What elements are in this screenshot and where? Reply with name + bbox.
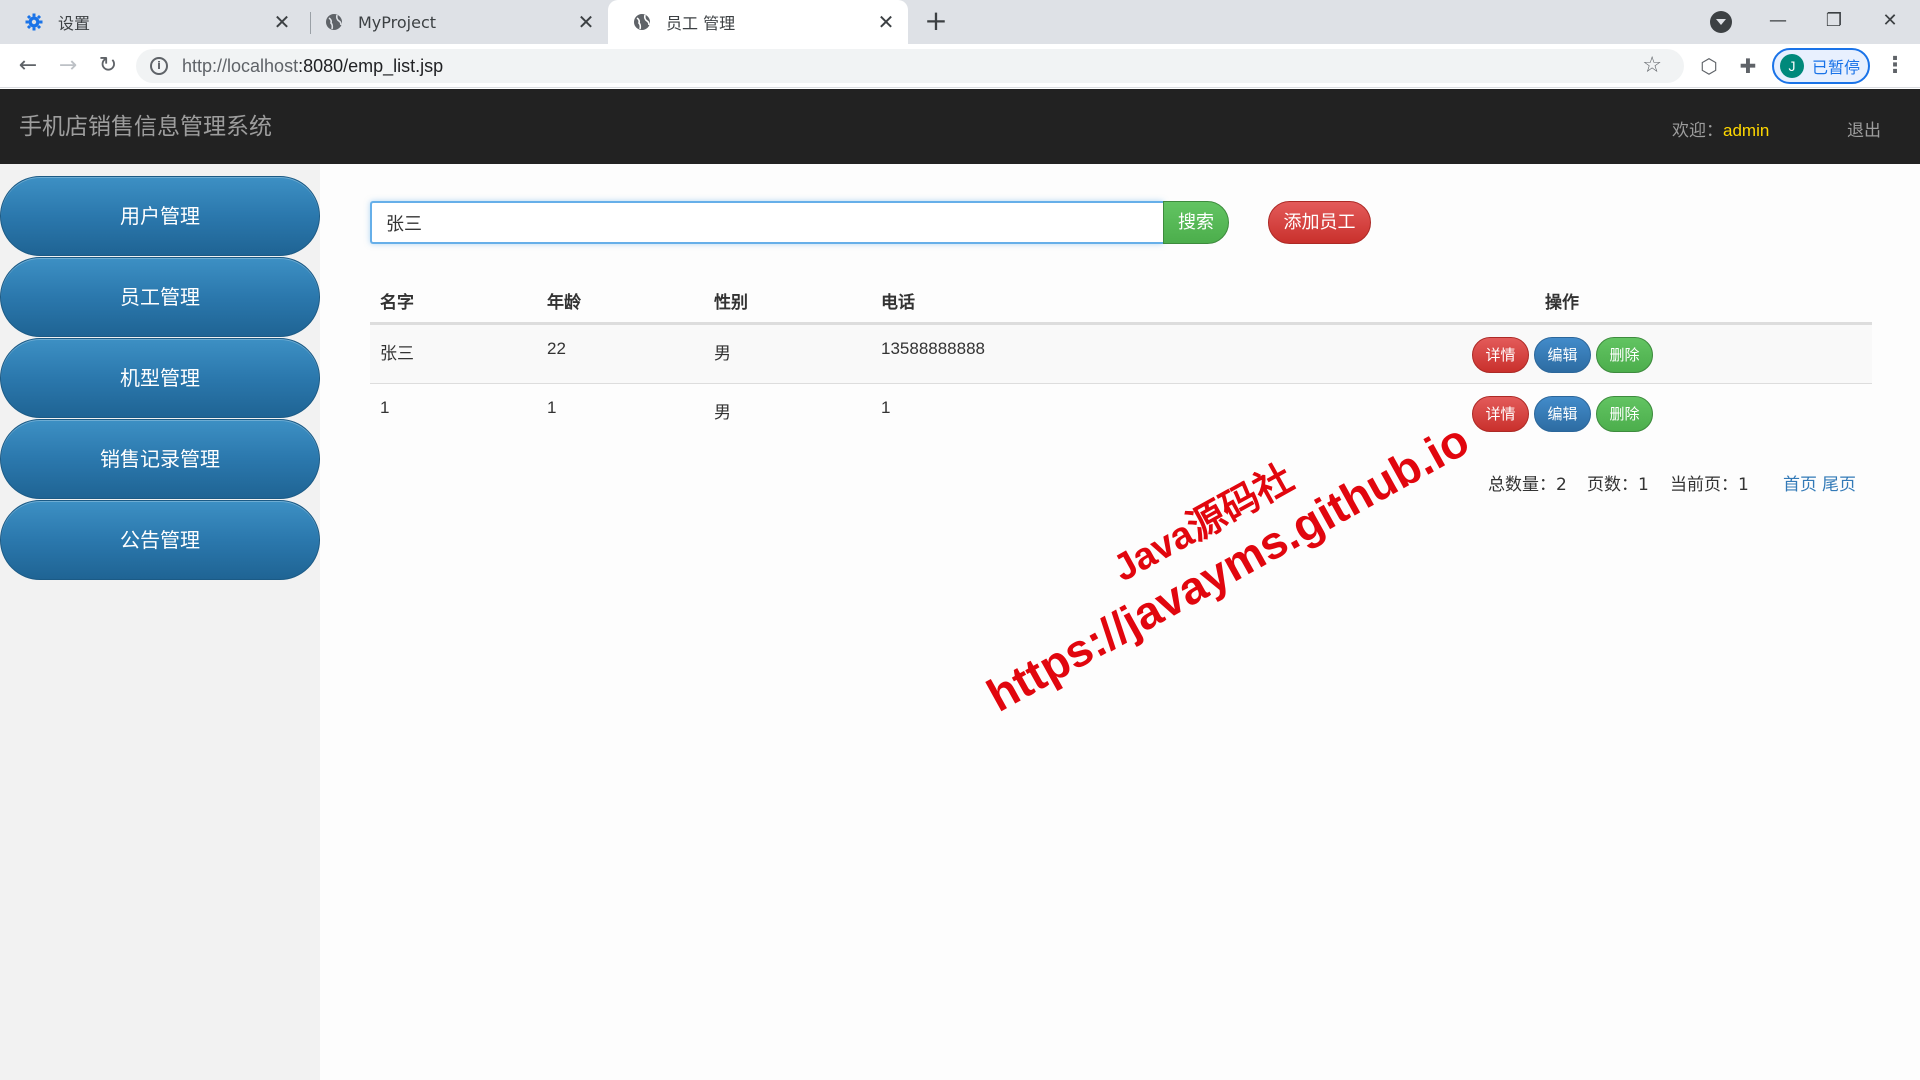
cell-phone: 13588888888 xyxy=(881,339,986,358)
welcome-text: 欢迎：admin xyxy=(1672,116,1769,141)
search-input[interactable] xyxy=(370,201,1163,244)
top-navbar: 手机店销售信息管理系统 欢迎：admin 退出 xyxy=(0,89,1920,164)
logout-link[interactable]: 退出 xyxy=(1847,116,1881,141)
detail-button[interactable]: 详情 xyxy=(1472,337,1529,373)
edit-button[interactable]: 编辑 xyxy=(1534,396,1591,432)
tab-search-icon[interactable] xyxy=(1710,11,1732,33)
extension-hexagon-icon[interactable]: ⬡ xyxy=(1697,54,1721,78)
employee-table: 名字 年龄 性别 电话 操作 张三 22 男 13588888888 详情 编辑… xyxy=(370,274,1872,442)
url-text: http://localhost:8080/emp_list.jsp xyxy=(182,55,444,76)
add-employee-button[interactable]: 添加员工 xyxy=(1268,201,1371,244)
cell-age: 22 xyxy=(547,339,566,358)
page: 手机店销售信息管理系统 欢迎：admin 退出 用户管理 员工管理 机型管理 销… xyxy=(0,89,1920,1080)
bookmark-star-icon[interactable]: ☆ xyxy=(1642,53,1662,78)
profile-button[interactable]: J 已暂停 xyxy=(1772,48,1870,84)
column-header-actions: 操作 xyxy=(1545,293,1579,313)
cell-name: 张三 xyxy=(380,344,414,364)
browser-tab-settings[interactable]: 设置 ✕ xyxy=(0,0,304,44)
cell-gender: 男 xyxy=(714,344,731,364)
table-row: 张三 22 男 13588888888 详情 编辑 删除 xyxy=(370,324,1872,383)
close-window-button[interactable]: ✕ xyxy=(1862,0,1918,40)
column-header-name: 名字 xyxy=(380,293,414,313)
username: admin xyxy=(1723,121,1770,140)
minimize-button[interactable]: — xyxy=(1750,0,1806,40)
sidebar-item-employees[interactable]: 员工管理 xyxy=(0,257,320,337)
column-header-age: 年龄 xyxy=(547,293,581,313)
pagination: 总数量：2 页数：1 当前页：1 首页 尾页 xyxy=(370,470,1872,500)
restore-button[interactable]: ❐ xyxy=(1806,0,1862,40)
delete-button[interactable]: 删除 xyxy=(1596,337,1653,373)
sidebar-item-users[interactable]: 用户管理 xyxy=(0,176,320,256)
globe-icon xyxy=(324,12,344,32)
welcome-label: 欢迎： xyxy=(1672,121,1723,141)
back-arrow-icon[interactable]: ← xyxy=(14,52,42,80)
new-tab-button[interactable]: + xyxy=(920,6,952,38)
cell-phone: 1 xyxy=(881,398,891,417)
page-count: 页数：1 xyxy=(1587,475,1649,495)
table-header: 名字 年龄 性别 电话 操作 xyxy=(370,274,1872,324)
browser-toolbar: ← → ↻ i http://localhost:8080/emp_list.j… xyxy=(0,44,1920,88)
edit-button[interactable]: 编辑 xyxy=(1534,337,1591,373)
browser-tab-myproject[interactable]: MyProject ✕ xyxy=(312,0,608,44)
column-header-phone: 电话 xyxy=(881,293,915,313)
close-icon[interactable]: ✕ xyxy=(270,10,294,34)
cell-age: 1 xyxy=(547,398,557,417)
browser-tab-title: 员工 管理 xyxy=(666,14,736,33)
cell-gender: 男 xyxy=(714,403,731,423)
forward-arrow-icon[interactable]: → xyxy=(54,52,82,80)
tab-divider xyxy=(310,12,311,34)
sidebar-item-models[interactable]: 机型管理 xyxy=(0,338,320,418)
sidebar-item-announcements[interactable]: 公告管理 xyxy=(0,500,320,580)
brand-title[interactable]: 手机店销售信息管理系统 xyxy=(19,107,272,141)
sidebar: 用户管理 员工管理 机型管理 销售记录管理 公告管理 xyxy=(0,164,320,1080)
avatar: J xyxy=(1780,54,1804,78)
last-page-link[interactable]: 尾页 xyxy=(1822,470,1856,495)
watermark-line-2: https://javayms.github.io xyxy=(978,413,1478,722)
more-menu-icon[interactable]: ⋮ xyxy=(1884,54,1906,78)
profile-status-label: 已暂停 xyxy=(1812,58,1861,77)
browser-tab-title: 设置 xyxy=(58,14,91,33)
first-page-link[interactable]: 首页 xyxy=(1783,470,1817,495)
cell-name: 1 xyxy=(380,398,390,417)
globe-icon xyxy=(632,12,652,32)
search-button[interactable]: 搜索 xyxy=(1163,201,1229,244)
browser-tab-title: MyProject xyxy=(358,12,437,32)
browser-tabstrip: 设置 ✕ MyProject ✕ 员工 管理 ✕ + — ❐ ✕ xyxy=(0,0,1920,44)
close-icon[interactable]: ✕ xyxy=(874,10,898,34)
puzzle-icon[interactable]: ✚ xyxy=(1736,54,1760,78)
table-row: 1 1 男 1 详情 编辑 删除 xyxy=(370,383,1872,442)
total-count: 总数量：2 xyxy=(1488,475,1567,495)
reload-icon[interactable]: ↻ xyxy=(94,52,122,80)
browser-tab-employee[interactable]: 员工 管理 ✕ xyxy=(608,0,908,44)
close-icon[interactable]: ✕ xyxy=(574,10,598,34)
gear-icon xyxy=(24,12,44,32)
address-bar[interactable]: i http://localhost:8080/emp_list.jsp ☆ xyxy=(136,49,1684,83)
column-header-gender: 性别 xyxy=(714,293,748,313)
current-page: 当前页：1 xyxy=(1670,475,1749,495)
delete-button[interactable]: 删除 xyxy=(1596,396,1653,432)
info-icon[interactable]: i xyxy=(150,57,168,75)
sidebar-item-sales-records[interactable]: 销售记录管理 xyxy=(0,419,320,499)
